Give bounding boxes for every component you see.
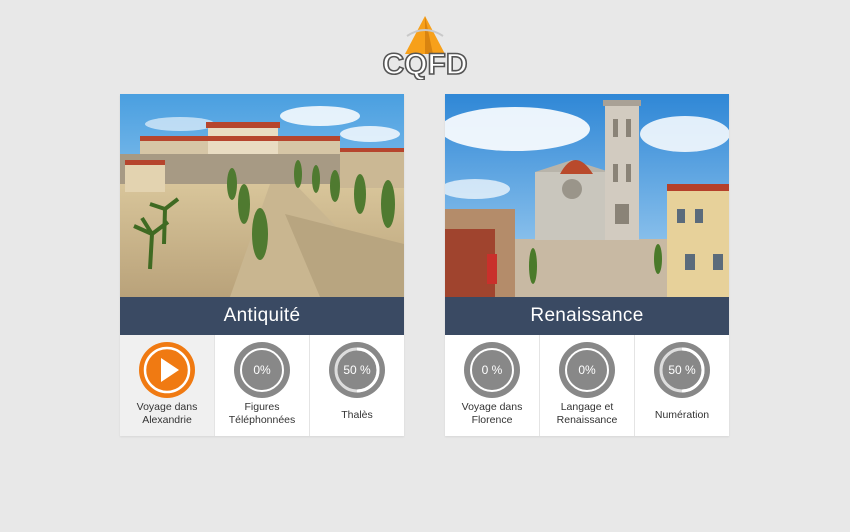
course-card-antiquite: Antiquité Voyage dans Alexandrie 0% Figur… [120, 94, 404, 436]
module-caption: Thalès [341, 409, 373, 421]
cqfd-logo: CQFD [375, 14, 475, 82]
module-langage-renaissance[interactable]: 0% Langage et Renaissance [540, 335, 635, 436]
progress-label: 0 % [482, 363, 503, 377]
module-voyage-florence[interactable]: 0 % Voyage dans Florence [445, 335, 540, 436]
module-voyage-alexandrie[interactable]: Voyage dans Alexandrie [120, 335, 215, 436]
play-icon[interactable] [138, 341, 196, 399]
module-caption: Langage et Renaissance [556, 401, 618, 426]
course-card-renaissance: Renaissance 0 % Voyage dans Florence 0% L… [445, 94, 729, 436]
module-numeration[interactable]: 50 % Numération [635, 335, 729, 436]
florence-cathedral-image [445, 94, 729, 297]
roman-city-image [120, 94, 404, 297]
progress-label: 50 % [668, 363, 696, 377]
module-caption: Voyage dans Florence [461, 401, 523, 426]
module-caption: Figures Téléphonnées [228, 401, 296, 426]
module-caption: Numération [654, 409, 710, 421]
progress-ring: 50 % [329, 342, 385, 398]
module-thales[interactable]: 50 % Thalès [310, 335, 404, 436]
progress-ring: 0% [234, 342, 290, 398]
progress-ring: 0% [559, 342, 615, 398]
module-caption: Voyage dans Alexandrie [136, 401, 198, 426]
logo-text: CQFD [383, 48, 468, 80]
progress-ring: 50 % [654, 342, 710, 398]
module-figures-telephonnees[interactable]: 0% Figures Téléphonnées [215, 335, 310, 436]
progress-ring: 0 % [464, 342, 520, 398]
progress-label: 0% [253, 363, 271, 377]
card-title: Renaissance [445, 297, 729, 335]
progress-label: 50 % [343, 363, 371, 377]
card-title: Antiquité [120, 297, 404, 335]
progress-label: 0% [578, 363, 596, 377]
